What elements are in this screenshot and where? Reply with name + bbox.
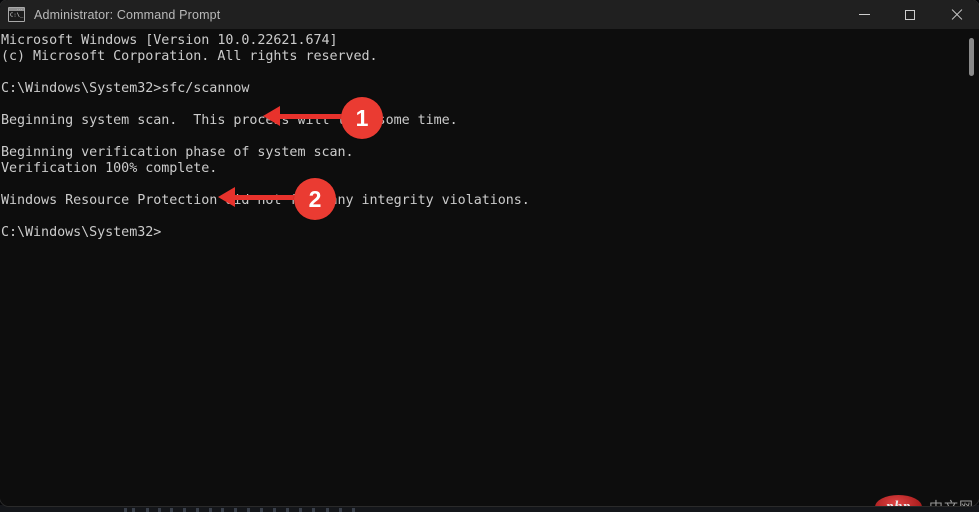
console-line: Microsoft Windows [Version 10.0.22621.67… (1, 33, 338, 48)
annotation-marker-2: 2 (218, 178, 338, 220)
scrollbar-thumb[interactable] (969, 38, 974, 76)
watermark-site-text: 中文网 (929, 497, 974, 506)
close-button[interactable] (933, 0, 979, 29)
php-logo: php (875, 495, 922, 506)
console-output-area[interactable]: Microsoft Windows [Version 10.0.22621.67… (0, 29, 979, 506)
window-controls (841, 0, 979, 29)
taskbar-hint (0, 505, 979, 512)
window-title: Administrator: Command Prompt (34, 7, 221, 22)
annotation-marker-1: 1 (263, 97, 383, 139)
watermark: php 中文网 (875, 495, 974, 506)
console-line: C:\Windows\System32> (1, 225, 162, 240)
maximize-icon (905, 9, 915, 20)
cmd-icon: ··· C:\_ (8, 7, 25, 22)
window-titlebar[interactable]: ··· C:\_ Administrator: Command Prompt (0, 0, 979, 29)
maximize-button[interactable] (887, 0, 933, 29)
console-line: (c) Microsoft Corporation. All rights re… (1, 49, 378, 64)
annotation-badge-1: 1 (341, 97, 383, 139)
console-line: C:\Windows\System32>sfc/scannow (1, 81, 250, 96)
console-line: Verification 100% complete. (1, 161, 218, 176)
vertical-scrollbar[interactable] (963, 29, 979, 506)
cmd-icon-prompt-text: C:\_ (10, 12, 24, 19)
command-prompt-window: ··· C:\_ Administrator: Command Prompt M… (0, 0, 979, 506)
close-icon (951, 9, 962, 20)
console-line: Beginning verification phase of system s… (1, 145, 354, 160)
annotation-badge-2: 2 (294, 178, 336, 220)
minimize-button[interactable] (841, 0, 887, 29)
arrow-line (278, 114, 348, 119)
arrow-line (233, 195, 300, 200)
minimize-icon (858, 14, 870, 15)
